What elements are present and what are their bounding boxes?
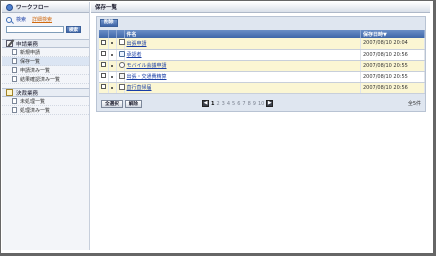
header-name[interactable]: 件名 <box>124 30 361 38</box>
document-icon <box>12 98 17 104</box>
table-row: 出張申請 2007/08/10 20:04 <box>99 38 425 50</box>
section-title: 申請業務 <box>16 41 39 48</box>
search-button[interactable]: 検索 <box>66 26 81 33</box>
total-count: 全5件 <box>407 101 421 107</box>
document-icon <box>12 67 17 73</box>
search-label: 検索 <box>16 17 27 23</box>
sidebar: ワークフロー 検索 詳細検索 検索 申請業務 新規申請 保存一覧 申請済み一覧 … <box>2 2 90 250</box>
document-icon <box>12 58 17 64</box>
sidebar-item-processed-list[interactable]: 処理済み一覧 <box>2 106 89 115</box>
page-number[interactable]: 4 <box>227 101 230 107</box>
sidebar-item-unprocessed-list[interactable]: 未処理一覧 <box>2 97 89 106</box>
row-date: 2007/08/10 20:56 <box>360 82 425 94</box>
table-row: 直行直帰届 2007/08/10 20:56 <box>99 82 425 94</box>
delete-button[interactable]: 削除 <box>100 18 118 27</box>
select-all-button[interactable]: 全選択 <box>101 99 123 108</box>
search-row: 検索 詳細検索 <box>2 13 89 24</box>
page-title-bar: 保存一覧 <box>91 2 430 13</box>
row-checkbox[interactable] <box>101 62 106 67</box>
row-name-link[interactable]: 出張申請 <box>127 41 147 47</box>
page-title: 保存一覧 <box>95 5 118 11</box>
sidebar-header: ワークフロー <box>2 2 89 13</box>
sidebar-item-label: 保存一覧 <box>20 58 41 65</box>
page-number[interactable]: 5 <box>232 101 235 107</box>
sidebar-item-applied-list[interactable]: 申請済み一覧 <box>2 66 89 75</box>
section-approval: 決裁業務 <box>2 88 89 97</box>
search-input[interactable] <box>6 26 64 33</box>
sidebar-item-label: 新規申請 <box>20 49 41 56</box>
page-number[interactable]: 9 <box>253 101 256 107</box>
page-number[interactable]: 8 <box>248 101 251 107</box>
row-date: 2007/08/10 20:04 <box>360 38 425 50</box>
table-row: 承認者 2007/08/10 20:56 <box>99 49 425 61</box>
table-row: モバイル会議申請 2007/08/10 20:55 <box>99 60 425 72</box>
workflow-icon <box>6 3 13 11</box>
header-saved-date[interactable]: 保存日時▼ <box>360 30 425 38</box>
bullet-icon <box>110 64 113 67</box>
main-content: 保存一覧 削除 件名 保存日時▼ 出張申請 2007/08/10 20:04 承… <box>91 2 430 250</box>
table-header-row: 件名 保存日時▼ <box>99 30 425 38</box>
section-application: 申請業務 <box>2 39 89 48</box>
row-checkbox[interactable] <box>101 84 106 89</box>
header-checkbox-col <box>99 30 109 38</box>
page-number-current: 1 <box>211 100 215 107</box>
sidebar-item-saved-list[interactable]: 保存一覧 <box>2 57 89 66</box>
document-icon <box>12 49 17 55</box>
circle-doc-icon <box>118 61 125 68</box>
detail-search-link[interactable]: 詳細検索 <box>32 16 52 23</box>
pager: 全選択 解除 ◀ 1 2 3 4 5 6 7 8 9 10 ▶ 全5件 <box>99 98 425 109</box>
row-checkbox[interactable] <box>101 73 106 78</box>
row-checkbox[interactable] <box>101 51 106 56</box>
bullet-icon <box>110 75 113 78</box>
sidebar-item-label: 未処理一覧 <box>20 98 46 105</box>
pen-document-icon <box>6 40 13 47</box>
sidebar-item-label: 結果確認済み一覧 <box>20 76 61 83</box>
page-number[interactable]: 7 <box>242 101 245 107</box>
page-numbers: ◀ 1 2 3 4 5 6 7 8 9 10 ▶ <box>202 100 274 107</box>
page-number[interactable]: 3 <box>222 101 225 107</box>
search-input-row: 検索 <box>2 24 89 35</box>
approval-icon <box>6 89 13 96</box>
bullet-icon <box>110 42 113 45</box>
sidebar-title: ワークフロー <box>16 5 50 11</box>
row-date: 2007/08/10 20:55 <box>360 60 425 72</box>
row-name-link[interactable]: 出張・交通費精算 <box>127 74 167 80</box>
page-number[interactable]: 2 <box>216 101 219 107</box>
sidebar-item-label: 処理済み一覧 <box>20 107 51 114</box>
header-icon-col <box>116 30 125 38</box>
document-icon <box>12 107 17 113</box>
sidebar-item-label: 申請済み一覧 <box>20 67 51 74</box>
saved-list-table: 件名 保存日時▼ 出張申請 2007/08/10 20:04 承認者 2007/… <box>99 30 425 94</box>
clear-selection-button[interactable]: 解除 <box>124 99 142 108</box>
bullet-icon <box>110 86 113 89</box>
row-name-link[interactable]: 承認者 <box>127 52 142 58</box>
mail-icon <box>118 50 125 57</box>
section-title: 決裁業務 <box>16 90 39 97</box>
row-date: 2007/08/10 20:55 <box>360 71 425 83</box>
bullet-icon <box>110 53 113 56</box>
toolbar: 削除 <box>97 17 425 28</box>
document-icon <box>12 76 17 82</box>
row-name-link[interactable]: モバイル会議申請 <box>127 63 167 69</box>
next-page-icon[interactable]: ▶ <box>266 100 274 107</box>
page-number[interactable]: 10 <box>258 101 264 107</box>
page-number[interactable]: 6 <box>237 101 240 107</box>
prev-page-icon[interactable]: ◀ <box>202 100 209 107</box>
header-mark-col <box>108 30 117 38</box>
file-icon <box>118 83 125 90</box>
sidebar-item-result-confirmed-list[interactable]: 結果確認済み一覧 <box>2 75 89 84</box>
sidebar-item-new-application[interactable]: 新規申請 <box>2 48 89 57</box>
table-row: 出張・交通費精算 2007/08/10 20:55 <box>99 71 425 83</box>
row-checkbox[interactable] <box>101 39 106 45</box>
document-icon <box>118 72 125 79</box>
row-name-link[interactable]: 直行直帰届 <box>127 85 152 91</box>
search-icon <box>6 16 12 23</box>
file-icon <box>118 39 125 46</box>
saved-list-panel: 削除 件名 保存日時▼ 出張申請 2007/08/10 20:04 承認者 20… <box>96 16 426 112</box>
row-date: 2007/08/10 20:56 <box>360 49 425 61</box>
